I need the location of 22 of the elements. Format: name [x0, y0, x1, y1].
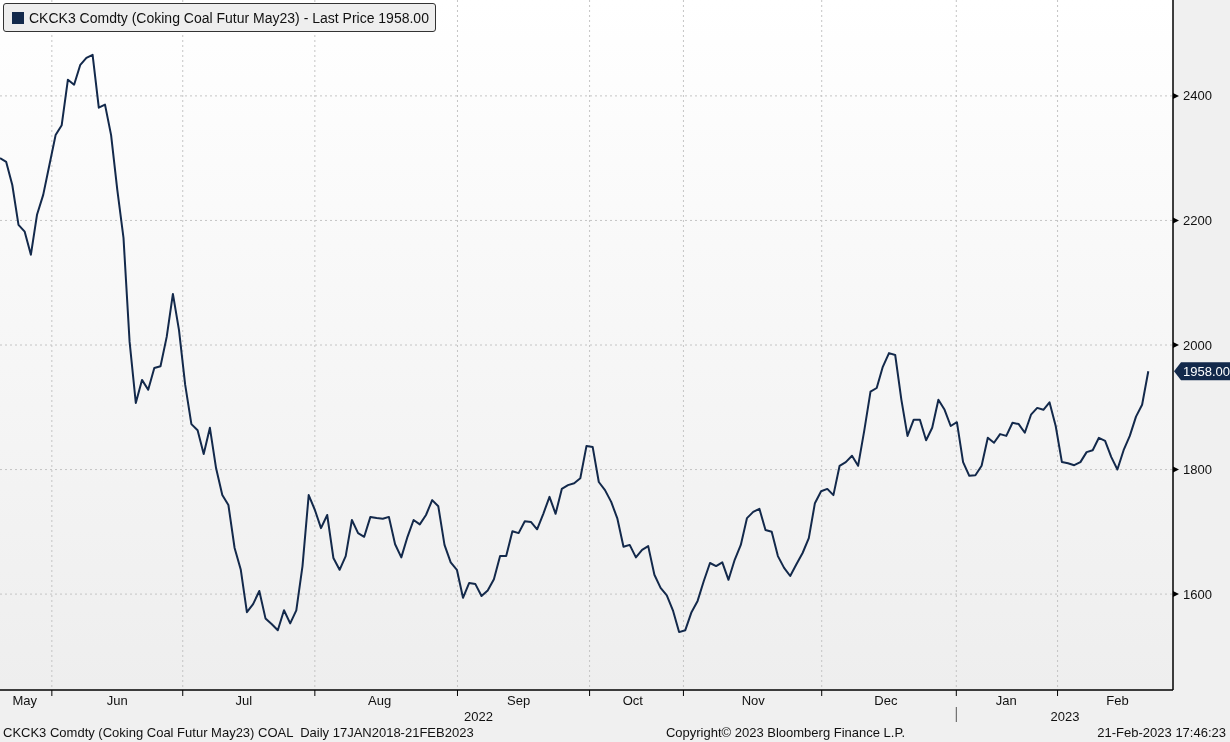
- axis-label: 2022: [464, 709, 493, 722]
- axis-label: 1600: [1183, 586, 1212, 602]
- timestamp: 21-Feb-2023 17:46:23: [1097, 724, 1226, 740]
- axis-label: Sep: [507, 693, 531, 708]
- chart-description: CKCK3 Comdty (Coking Coal Futur May23) COAL Daily 17JAN2018-21FEB2023: [3, 724, 474, 740]
- copyright-notice: Copyright© 2023 Bloomberg Finance L.P.: [665, 724, 906, 740]
- axis-label: Jul: [235, 693, 253, 708]
- axis-label: 2200: [1183, 212, 1212, 228]
- axis-label: 2000: [1183, 337, 1212, 353]
- axis-label: Dec: [874, 693, 898, 708]
- axis-label: Nov: [741, 693, 765, 708]
- last-price-tag: 1958.00: [1174, 362, 1230, 381]
- axis-label: Aug: [368, 693, 392, 708]
- axis-label: 2400: [1183, 88, 1212, 104]
- axis-label: 2023: [1050, 709, 1080, 722]
- axis-label: Feb: [1106, 693, 1129, 708]
- axis-label: Jan: [995, 693, 1017, 708]
- axis-label: May: [12, 693, 37, 708]
- axis-label: Oct: [622, 693, 643, 708]
- axis-label: Jun: [106, 693, 128, 708]
- axis-label: 1800: [1183, 462, 1212, 478]
- legend-label: CKCK3 Comdty (Coking Coal Futur May23) - Last Price 1958.00: [29, 9, 429, 26]
